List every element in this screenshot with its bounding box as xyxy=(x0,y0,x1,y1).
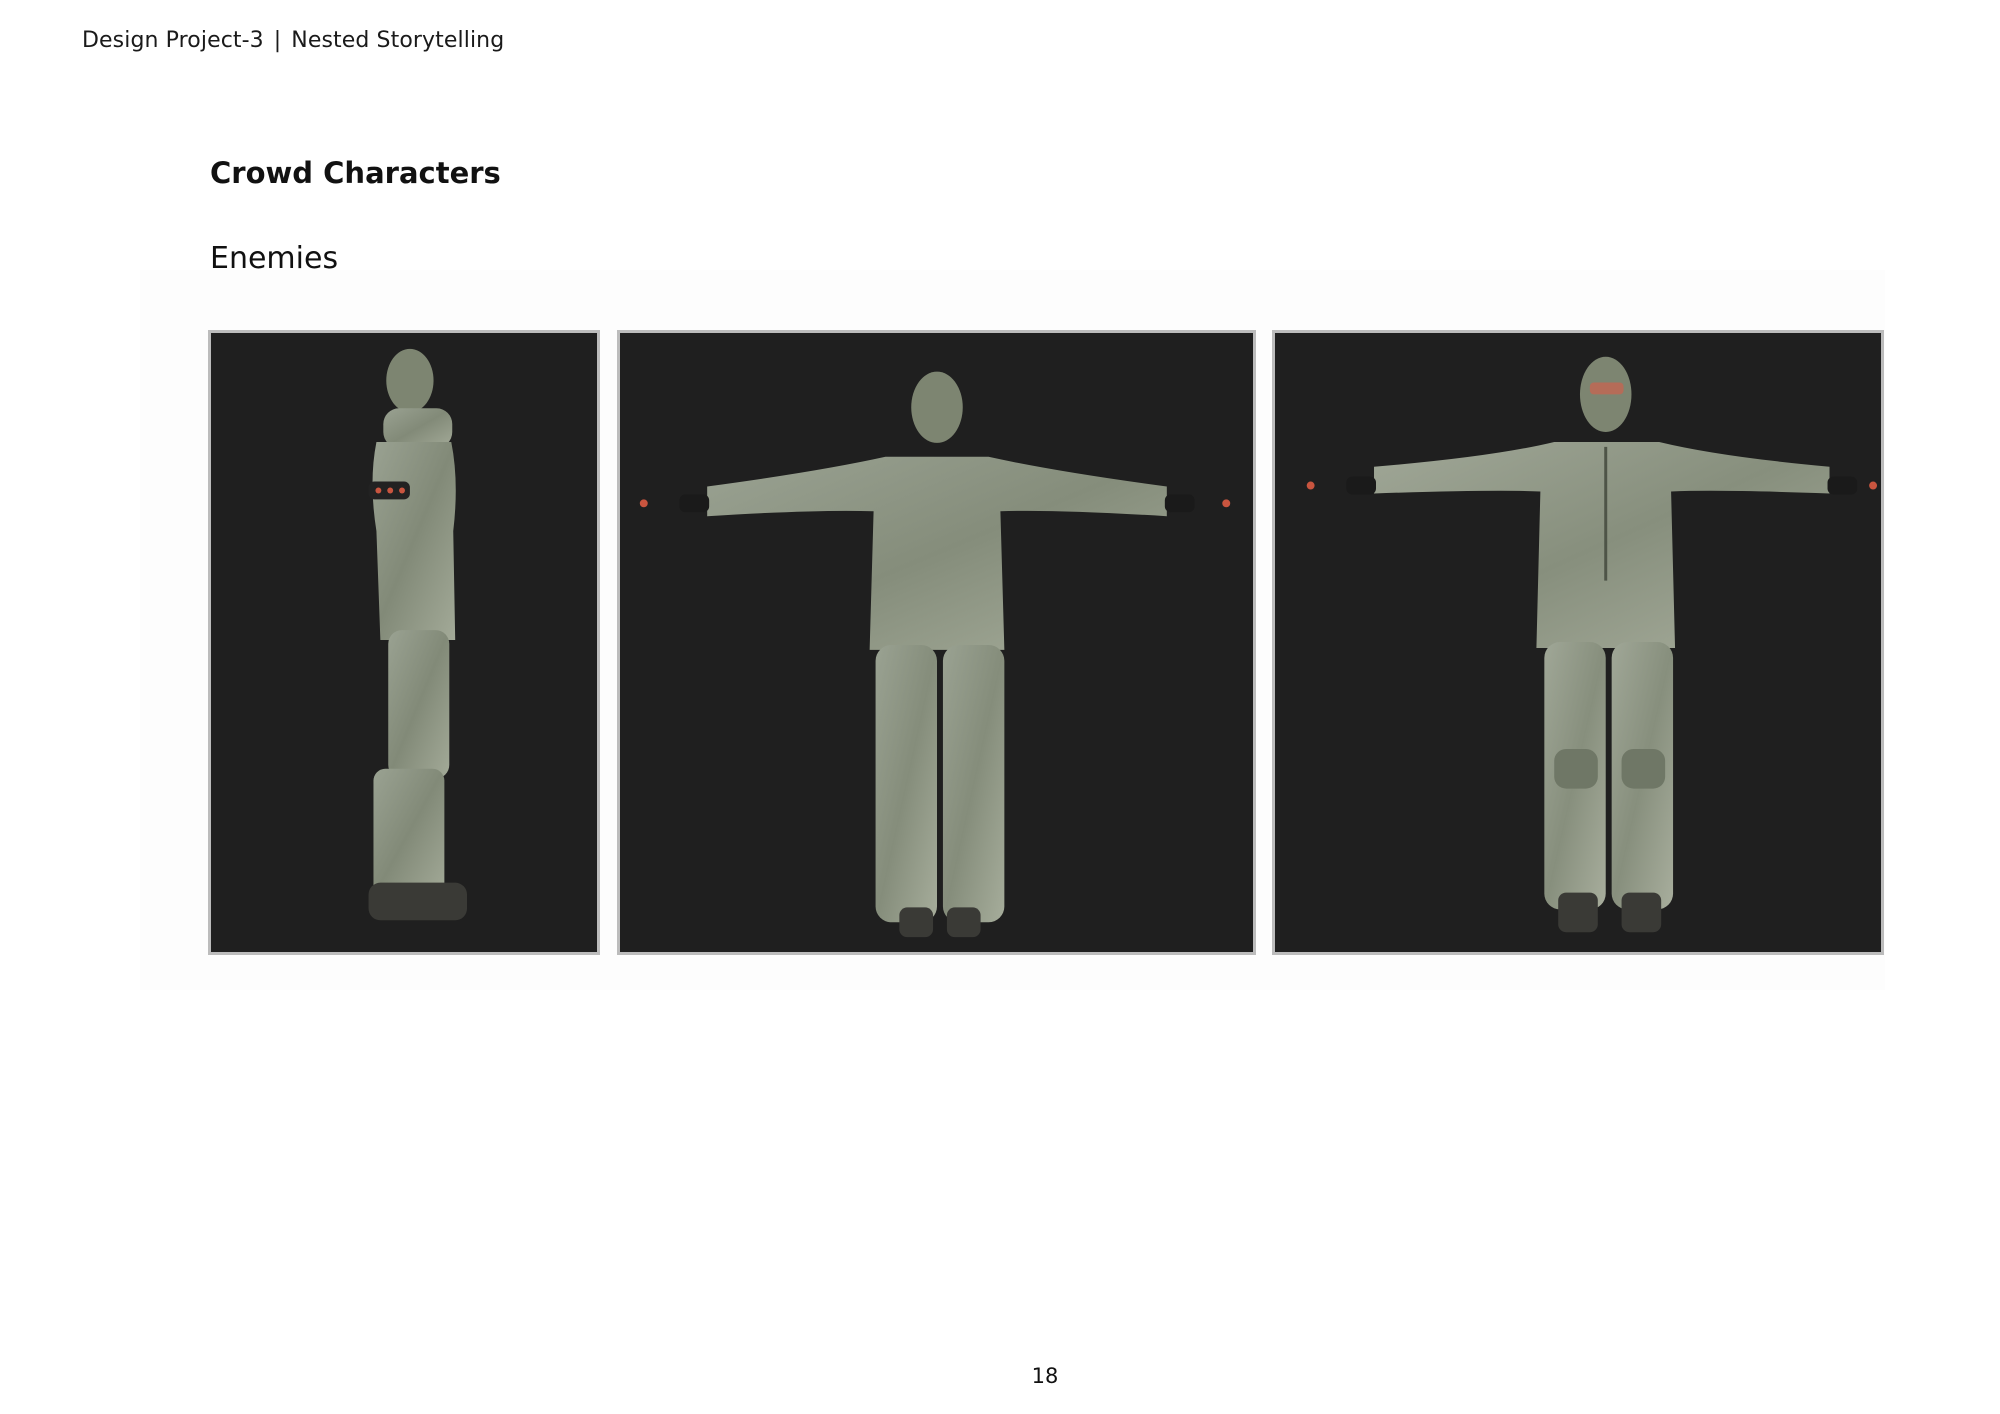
character-model-back-view xyxy=(639,371,1231,938)
character-panel-front xyxy=(1272,330,1884,955)
page-number: 18 xyxy=(1031,1364,1059,1388)
character-model-side-view xyxy=(368,348,468,921)
header-project: Design Project-3 xyxy=(82,28,264,53)
running-header: Design Project-3 | Nested Storytelling xyxy=(82,28,504,53)
section-title: Crowd Characters xyxy=(210,156,501,190)
character-model-front-view xyxy=(1306,356,1878,933)
header-subtitle: Nested Storytelling xyxy=(291,28,505,53)
character-panel-back xyxy=(617,330,1256,955)
header-separator: | xyxy=(273,28,282,53)
character-panel-side xyxy=(208,330,600,955)
